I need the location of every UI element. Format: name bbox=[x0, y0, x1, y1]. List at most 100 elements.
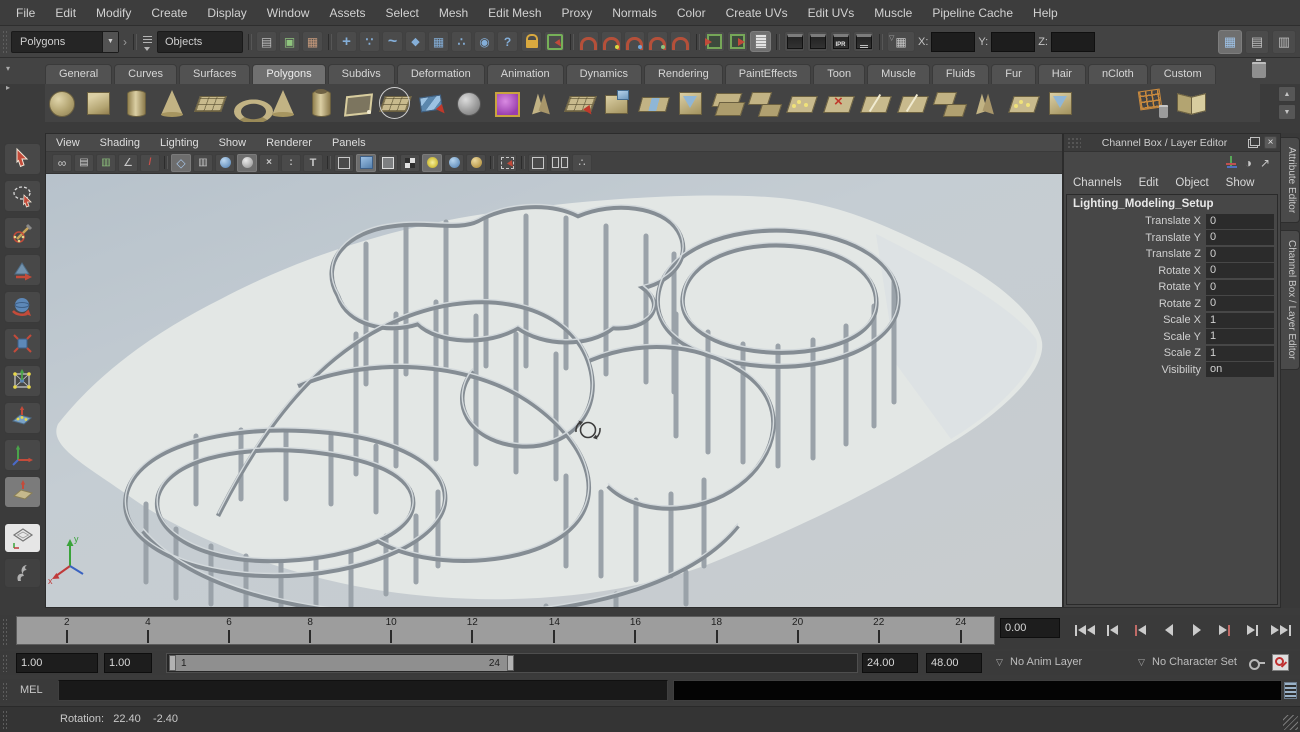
safe-title-icon[interactable] bbox=[303, 154, 323, 172]
mask-dynamics-icon[interactable] bbox=[451, 31, 472, 52]
step-back-key-button[interactable] bbox=[1128, 618, 1153, 642]
shelf-scroll-up-icon[interactable]: ▲ bbox=[1278, 86, 1296, 102]
poly-sphere-icon[interactable] bbox=[45, 86, 78, 120]
menubar-item[interactable]: Mesh bbox=[429, 3, 478, 23]
command-input[interactable] bbox=[58, 680, 668, 701]
output-connections-icon[interactable] bbox=[727, 31, 748, 52]
float-window-icon[interactable] bbox=[1248, 137, 1260, 148]
drag-grip[interactable] bbox=[2, 682, 8, 700]
duplicate-face-icon[interactable] bbox=[933, 86, 966, 120]
textured-icon[interactable] bbox=[400, 154, 420, 172]
channel-value-field[interactable]: 1 bbox=[1206, 346, 1274, 361]
node-connections-icon[interactable] bbox=[572, 154, 592, 172]
selected-object-name[interactable]: Lighting_Modeling_Setup bbox=[1067, 195, 1277, 213]
render-current-frame-icon[interactable] bbox=[807, 31, 828, 52]
toggle-tool-settings-icon[interactable] bbox=[1245, 30, 1269, 54]
step-forward-key-button[interactable] bbox=[1212, 618, 1237, 642]
playback-end-field[interactable] bbox=[862, 653, 918, 673]
channel-label[interactable]: Translate Z bbox=[1067, 248, 1206, 260]
layout-custom-button[interactable] bbox=[4, 558, 41, 588]
input-connections-icon[interactable] bbox=[704, 31, 725, 52]
close-icon[interactable]: × bbox=[1264, 136, 1277, 149]
shelf-tab[interactable]: Rendering bbox=[644, 64, 723, 84]
group-chevron-icon[interactable]: › bbox=[122, 35, 128, 49]
command-result-field[interactable] bbox=[673, 680, 1282, 701]
resolution-gate-icon[interactable] bbox=[215, 154, 235, 172]
channel-box-menu-item[interactable]: Edit bbox=[1139, 177, 1159, 189]
safe-action-icon[interactable] bbox=[281, 154, 301, 172]
manipulator-icon[interactable] bbox=[1224, 156, 1237, 169]
bookmark-cameras-icon[interactable] bbox=[52, 154, 72, 172]
bookmarks-icon[interactable] bbox=[96, 154, 116, 172]
drag-grip[interactable] bbox=[2, 654, 8, 672]
shelf-tab[interactable]: Dynamics bbox=[566, 64, 642, 84]
universal-manipulator-button[interactable] bbox=[4, 365, 41, 397]
window-resize-grip[interactable] bbox=[1283, 715, 1298, 730]
channel-box-menu-item[interactable]: Object bbox=[1175, 177, 1208, 189]
menubar-item[interactable]: Create bbox=[141, 3, 197, 23]
channel-value-field[interactable]: 0 bbox=[1206, 247, 1274, 262]
animation-end-field[interactable] bbox=[926, 653, 982, 673]
insert-edge-loop-icon[interactable] bbox=[896, 86, 929, 120]
panel-menu-item[interactable]: View bbox=[46, 137, 90, 149]
channel-label[interactable]: Translate X bbox=[1067, 215, 1206, 227]
channel-box-titlebar[interactable]: Channel Box / Layer Editor × bbox=[1064, 134, 1280, 152]
show-manipulator-tool-button[interactable] bbox=[4, 439, 41, 471]
shelf-tab[interactable]: nCloth bbox=[1088, 64, 1148, 84]
menubar-item[interactable]: Help bbox=[1023, 3, 1068, 23]
grease-pencil-icon[interactable] bbox=[140, 154, 160, 172]
chamfer-vertex-icon[interactable] bbox=[1044, 86, 1077, 120]
menubar-item[interactable]: Edit bbox=[45, 3, 86, 23]
lock-selection-icon[interactable] bbox=[521, 31, 542, 52]
channel-value-field[interactable]: 0 bbox=[1206, 280, 1274, 295]
menubar-item[interactable]: Edit Mesh bbox=[478, 3, 551, 23]
character-set-selector[interactable]: No Character Set bbox=[1152, 656, 1237, 668]
mask-curves-icon[interactable] bbox=[382, 31, 403, 52]
shelf-menu-arrows[interactable]: ▾▸ bbox=[0, 58, 16, 122]
separate-icon[interactable] bbox=[748, 86, 781, 120]
default-light-icon[interactable] bbox=[444, 154, 464, 172]
shelf-tab[interactable]: Fur bbox=[991, 64, 1036, 84]
menubar-item[interactable]: File bbox=[6, 3, 45, 23]
target-weld-icon[interactable] bbox=[1007, 86, 1040, 120]
snap-to-view-plane-icon[interactable] bbox=[670, 31, 691, 52]
mask-surfaces-icon[interactable] bbox=[405, 31, 426, 52]
script-editor-icon[interactable] bbox=[1284, 682, 1297, 699]
select-object-icon[interactable] bbox=[279, 31, 300, 52]
combine-icon[interactable] bbox=[711, 86, 744, 120]
channel-label[interactable]: Rotate Z bbox=[1067, 298, 1206, 310]
menubar-item[interactable]: Muscle bbox=[864, 3, 922, 23]
shadows-icon[interactable] bbox=[466, 154, 486, 172]
shelf-tab[interactable]: Toon bbox=[813, 64, 865, 84]
current-time-field[interactable] bbox=[1000, 618, 1060, 638]
paint-selection-tool-button[interactable] bbox=[4, 217, 41, 249]
channel-box-menu-item[interactable]: Channels bbox=[1073, 177, 1122, 189]
rotate-tool-button[interactable] bbox=[4, 291, 41, 323]
field-chart-icon[interactable] bbox=[259, 154, 279, 172]
channel-value-field[interactable]: 0 bbox=[1206, 296, 1274, 311]
trash-icon[interactable] bbox=[1252, 62, 1266, 78]
shelf-tab[interactable]: Muscle bbox=[867, 64, 930, 84]
grid-icon[interactable] bbox=[171, 154, 191, 172]
step-forward-frame-button[interactable] bbox=[1240, 618, 1265, 642]
drag-grip[interactable] bbox=[2, 30, 8, 54]
wireframe-icon[interactable] bbox=[334, 154, 354, 172]
ipr-render-icon[interactable]: IPR bbox=[830, 31, 851, 52]
merge-vertices-icon[interactable] bbox=[785, 86, 818, 120]
crease-tool-icon[interactable] bbox=[526, 86, 559, 120]
menubar-item[interactable]: Edit UVs bbox=[798, 3, 865, 23]
channel-value-field[interactable]: 1 bbox=[1206, 329, 1274, 344]
transform-mode-dropdown[interactable] bbox=[887, 31, 915, 52]
go-to-end-button[interactable] bbox=[1268, 618, 1293, 642]
bridge-icon[interactable] bbox=[637, 86, 670, 120]
shelf-tab[interactable]: PaintEffects bbox=[725, 64, 812, 84]
subdiv-cage-icon[interactable] bbox=[528, 154, 548, 172]
channel-value-field[interactable]: 0 bbox=[1206, 263, 1274, 278]
film-gate-icon[interactable] bbox=[193, 154, 213, 172]
channel-label[interactable]: Rotate X bbox=[1067, 265, 1206, 277]
construction-history-icon[interactable] bbox=[750, 31, 771, 52]
menubar-item[interactable]: Window bbox=[257, 3, 320, 23]
playback-range-bar[interactable]: 1 24 bbox=[169, 655, 514, 671]
playback-start-field[interactable] bbox=[104, 653, 152, 673]
shelf-tab[interactable]: Surfaces bbox=[179, 64, 250, 84]
